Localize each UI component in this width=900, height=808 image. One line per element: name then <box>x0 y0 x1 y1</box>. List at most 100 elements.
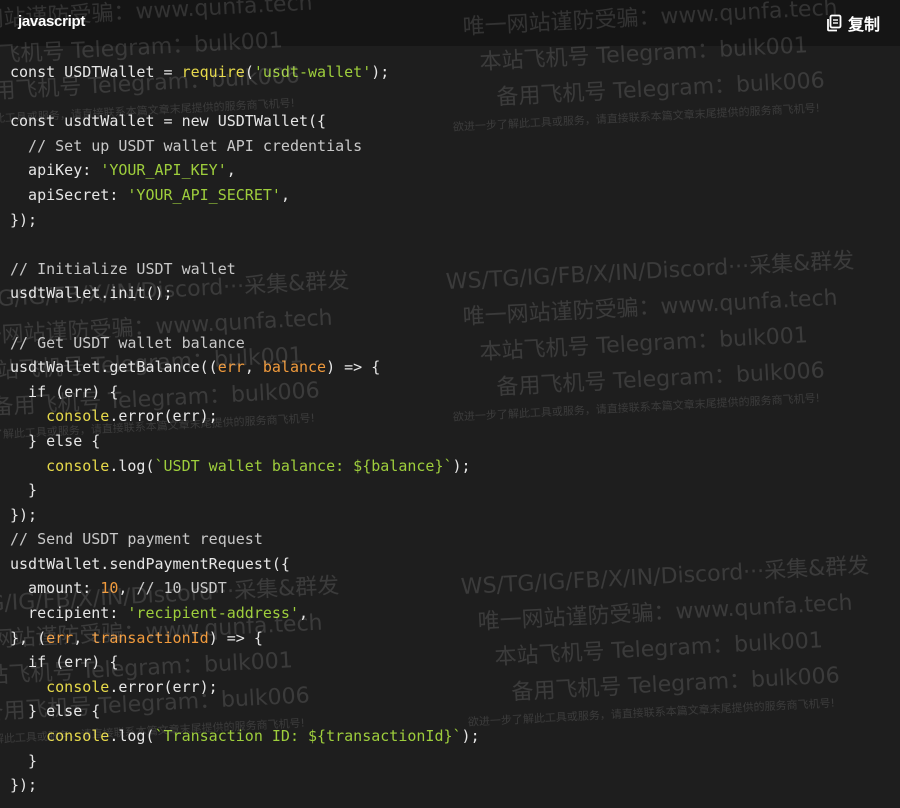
code-token: } else { <box>10 431 101 450</box>
code-token: const usdtWallet = new USDTWallet({ <box>10 112 327 131</box>
code-line: console.log(`Transaction ID: ${transacti… <box>10 724 479 749</box>
code-token: , <box>299 604 309 623</box>
watermark-note: 欲进一步了解此工具或服务，请直接联系本篇文章末尾提供的服务商飞机号! <box>452 101 821 134</box>
code-line: } <box>10 749 480 774</box>
code-line: // Get USDT wallet balance <box>10 331 480 356</box>
code-token: apiKey: <box>10 161 101 180</box>
code-line: }); <box>10 208 480 233</box>
code-line: const usdtWallet = new USDTWallet({ <box>10 109 480 134</box>
watermark-line: 唯一网站谨防受骗：www.qunfa.tech <box>477 590 854 636</box>
code-line: usdtWallet.getBalance((err, balance) => … <box>10 355 480 380</box>
code-token: console <box>46 407 110 426</box>
code-token: ( <box>244 63 254 81</box>
code-line: ​ <box>10 306 480 331</box>
code-line: console.error(err); <box>10 404 480 429</box>
watermark-note: 欲进一步了解此工具或服务，请直接联系本篇文章末尾提供的服务商飞机号! <box>467 696 836 729</box>
code-token: err <box>217 358 245 377</box>
code-line: usdtWallet.init(); <box>10 281 480 306</box>
code-line: apiKey: 'YOUR_API_KEY', <box>10 158 480 183</box>
code-line: }); <box>10 773 480 798</box>
code-token: } <box>10 481 38 500</box>
code-token: , <box>73 628 92 647</box>
code-block: javascript 复制 const USDTWallet = require… <box>0 0 900 808</box>
code-token: console <box>46 456 110 475</box>
watermark-line: WS/TG/IG/FB/X/IN/Discord···采集&群发 <box>445 248 855 295</box>
code-token: // Initialize USDT wallet <box>10 259 236 278</box>
code-line: ​ <box>10 85 480 110</box>
code-token: usdtWallet.getBalance(( <box>10 358 218 377</box>
code-token: ) => { <box>326 358 381 377</box>
code-token: `Transaction ID: ${transactionId}` <box>154 727 462 746</box>
code-block-header: javascript 复制 <box>0 0 900 46</box>
code-token: .log( <box>109 456 155 475</box>
code-token: usdtWallet.sendPaymentRequest({ <box>10 554 290 573</box>
code-token: }); <box>10 210 38 229</box>
code-token: recipient: <box>10 604 128 623</box>
code-token: ); <box>371 63 390 81</box>
code-line: // Send USDT payment request <box>10 527 480 552</box>
copy-label: 复制 <box>847 17 880 34</box>
code-token: } <box>10 751 38 770</box>
code-token: balance <box>262 358 327 377</box>
watermark-line: 备用飞机号 Telegram：bulk006 <box>495 68 826 111</box>
code-token: ); <box>452 456 471 475</box>
code-token: console <box>46 727 110 746</box>
code-token: , <box>118 579 137 598</box>
watermark-line: 备用飞机号 Telegram：bulk006 <box>510 663 841 706</box>
code-token: 'recipient-address' <box>127 604 299 623</box>
code-token: .error(err); <box>109 677 218 696</box>
code-token: .error(err); <box>109 407 218 426</box>
watermark-line: WS/TG/IG/FB/X/IN/Discord···采集&群发 <box>460 553 870 600</box>
watermark-text: WS/TG/IG/FB/X/IN/Discord···采集&群发唯一网站谨防受骗… <box>445 244 862 427</box>
code-line: } else { <box>10 429 480 454</box>
code-token: usdtWallet.init(); <box>10 284 173 303</box>
code-token: 'usdt-wallet' <box>253 63 372 81</box>
code-line: console.log(`USDT wallet balance: ${bala… <box>10 454 480 479</box>
code-token: }); <box>10 505 38 524</box>
code-token: 'YOUR_API_KEY' <box>100 161 227 180</box>
code-token: `USDT wallet balance: ${balance}` <box>154 456 453 475</box>
code-token: } else { <box>10 702 101 721</box>
code-token: // Send USDT payment request <box>10 530 263 549</box>
watermark-text: WS/TG/IG/FB/X/IN/Discord···采集&群发唯一网站谨防受骗… <box>460 549 877 732</box>
code-token: transactionId <box>91 628 209 647</box>
code-line: // Initialize USDT wallet <box>10 257 480 282</box>
watermark-note: 欲进一步了解此工具或服务，请直接联系本篇文章末尾提供的服务商飞机号! <box>452 391 821 424</box>
code-token: apiSecret: <box>10 185 128 204</box>
code-line: } <box>10 478 480 503</box>
code-line: recipient: 'recipient-address', <box>10 601 480 626</box>
code-token: ) => { <box>208 628 263 647</box>
copy-button[interactable]: 复制 <box>825 12 880 34</box>
code-line: // Set up USDT wallet API credentials <box>10 134 480 159</box>
watermark-line: 本站飞机号 Telegram：bulk001 <box>478 323 809 366</box>
code-line: apiSecret: 'YOUR_API_SECRET', <box>10 183 480 208</box>
code-token: // Get USDT wallet balance <box>10 333 245 352</box>
copy-icon <box>825 14 843 32</box>
code-line: console.error(err); <box>10 675 480 700</box>
code-token: , <box>280 185 290 204</box>
code-line: }, (err, transactionId) => { <box>10 626 480 651</box>
code-token: const USDTWallet = <box>10 63 182 81</box>
code-line: ​ <box>10 232 480 257</box>
code-token: }); <box>10 776 38 795</box>
watermark-line: 本站飞机号 Telegram：bulk001 <box>493 628 824 671</box>
watermark-line: 备用飞机号 Telegram：bulk006 <box>495 358 826 401</box>
code-token: require <box>181 63 245 81</box>
code-token: console <box>46 677 110 696</box>
code-token: if (err) { <box>10 382 119 401</box>
code-token: 10 <box>100 579 119 598</box>
code-line: if (err) { <box>10 380 480 405</box>
code-line: } else { <box>10 699 480 724</box>
code-line: const USDTWallet = require('usdt-wallet'… <box>10 60 480 85</box>
code-content[interactable]: const USDTWallet = require('usdt-wallet'… <box>10 60 480 798</box>
code-token: if (err) { <box>10 653 119 672</box>
code-token: // Set up USDT wallet API credentials <box>10 136 363 155</box>
code-token: , <box>244 358 263 377</box>
code-line: usdtWallet.sendPaymentRequest({ <box>10 552 480 577</box>
code-line: amount: 10, // 10 USDT <box>10 576 480 601</box>
code-token: amount: <box>10 579 101 598</box>
